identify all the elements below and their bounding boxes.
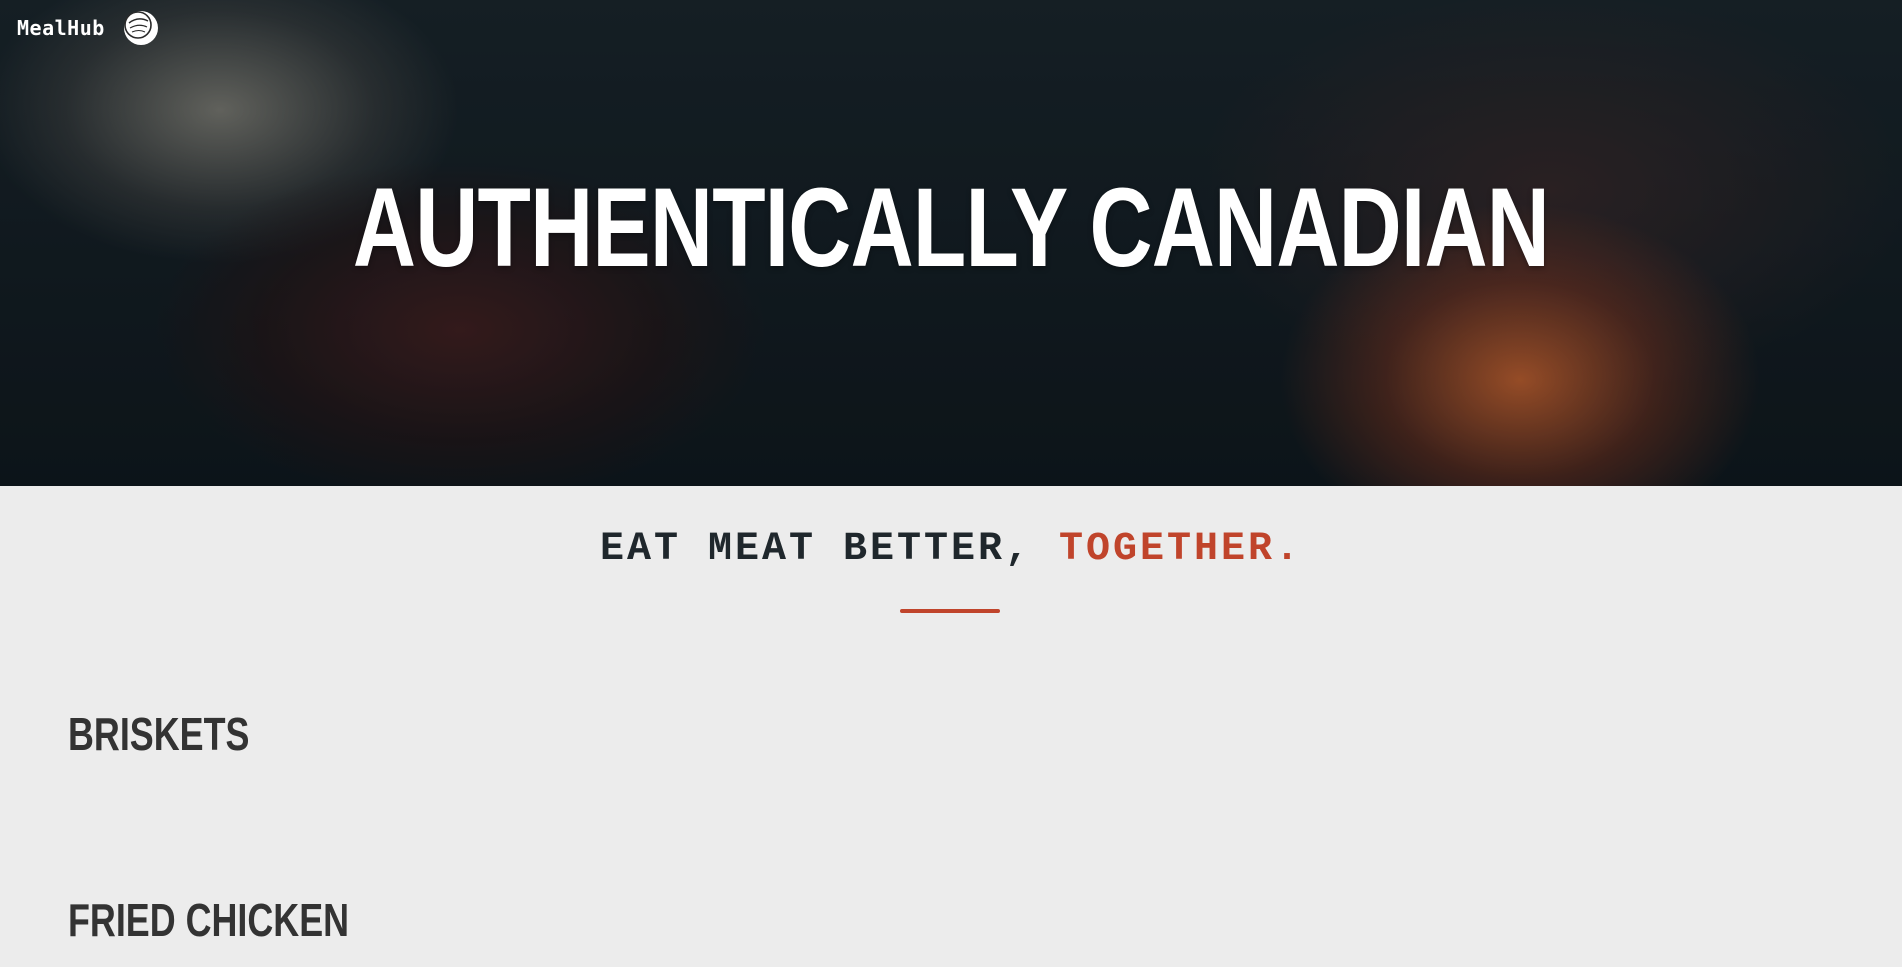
tagline-accent: TOGETHER.: [1059, 527, 1303, 572]
tagline: EAT MEAT BETTER, TOGETHER.: [0, 527, 1902, 572]
hero-banner: AUTHENTICALLY CANADIAN: [0, 0, 1902, 486]
hero-title: AUTHENTICALLY CANADIAN: [352, 165, 1550, 290]
brand-home-link[interactable]: MealHub: [17, 8, 161, 48]
tagline-main: EAT MEAT BETTER,: [599, 527, 1032, 572]
tagline-divider: [900, 609, 1000, 613]
brand-name: MealHub: [17, 16, 105, 40]
meat-badge-icon: [123, 11, 158, 45]
section-heading-briskets: BRISKETS: [68, 708, 250, 760]
section-heading-fried-chicken: FRIED CHICKEN: [68, 894, 350, 946]
